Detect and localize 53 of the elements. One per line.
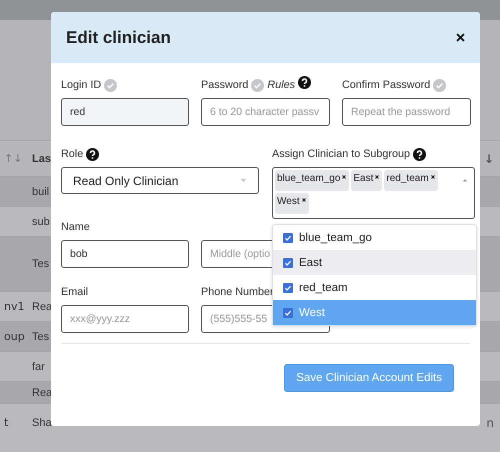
checkbox[interactable] <box>283 308 293 318</box>
checkbox[interactable] <box>283 282 293 292</box>
help-icon <box>413 148 426 160</box>
help-icon <box>298 76 312 88</box>
check-icon <box>104 78 118 92</box>
close-icon[interactable] <box>455 32 466 43</box>
remove-icon <box>341 174 348 180</box>
tag-label: East <box>353 173 374 184</box>
multi-select-field[interactable]: blue_team_go East red_team West <box>272 167 475 219</box>
rules-link[interactable]: Rules <box>267 79 296 91</box>
dropdown-item[interactable]: red_team <box>273 275 476 300</box>
field-label: Role <box>61 148 84 160</box>
tag-label: red_team <box>386 173 429 184</box>
check-icon <box>433 78 446 92</box>
field-label: Login ID <box>61 79 102 91</box>
table-cell-text: Rea <box>31 300 54 312</box>
checkbox[interactable] <box>283 232 293 242</box>
column-header: Las <box>31 152 52 164</box>
help-icon <box>86 148 100 160</box>
field-label: Assign Clinician to Subgroup <box>272 148 410 160</box>
table-cell-text: buil <box>31 186 50 198</box>
tag-label: blue_team_go <box>277 173 340 184</box>
modal-title: Edit clinician <box>66 28 171 48</box>
table-cell-text: t <box>3 416 10 429</box>
remove-icon <box>430 174 436 180</box>
sort-arrow-icon: ↓ <box>484 152 500 166</box>
field-label: Email <box>61 286 88 298</box>
input-field[interactable]: Repeat the password <box>342 98 471 126</box>
table-cell-text: n <box>486 416 495 430</box>
checkbox[interactable] <box>283 258 293 268</box>
input-field[interactable]: 6 to 20 character passv <box>201 98 330 126</box>
sort-arrows-icon: ↑↓ <box>0 152 26 165</box>
input-field[interactable]: xxx@yyy.zzz <box>61 305 189 333</box>
table-cell-text: sub <box>31 216 51 228</box>
input-field[interactable]: bob <box>61 240 189 268</box>
remove-icon <box>300 197 307 203</box>
table-cell-text: far <box>31 360 46 372</box>
table-cell-text: Rea <box>31 386 54 398</box>
remove-icon <box>374 174 380 180</box>
table-cell-text: nv1 <box>3 300 26 313</box>
dropdown-item[interactable]: East <box>273 250 476 275</box>
table-cell-text: Sha <box>31 416 53 428</box>
tag-label: West <box>277 196 300 207</box>
field-label: Name <box>61 221 90 233</box>
table-cell-text: Tes <box>31 330 50 342</box>
input-field[interactable]: red <box>61 98 189 126</box>
field-label: Password <box>201 79 248 91</box>
table-cell-text: Tes <box>31 258 50 270</box>
table-cell-text: oup <box>3 330 26 343</box>
field-label: Phone Number <box>201 286 274 298</box>
role-select[interactable]: Read Only Clinician <box>61 167 259 194</box>
field-label: Confirm Password <box>342 79 430 91</box>
check-icon <box>251 78 264 92</box>
